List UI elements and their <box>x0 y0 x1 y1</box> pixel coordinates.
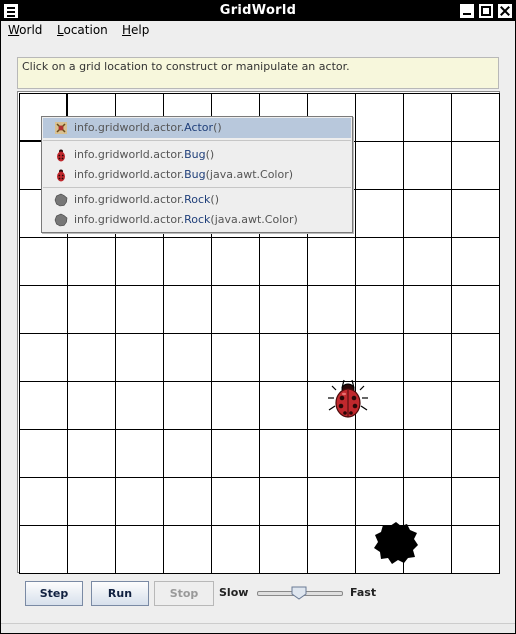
speed-slider-thumb[interactable] <box>291 586 307 600</box>
speed-slider[interactable] <box>257 586 343 600</box>
menu-world[interactable]: World <box>8 23 42 37</box>
popup-item-rock-label: info.gridworld.actor.Rock() <box>74 193 219 206</box>
stop-button[interactable]: Stop <box>154 581 214 606</box>
rock-icon <box>54 213 68 227</box>
popup-item-rock[interactable]: info.gridworld.actor.Rock() <box>43 190 351 210</box>
window-title: GridWorld <box>219 3 297 18</box>
popup-item-rock-color[interactable]: info.gridworld.actor.Rock(java.awt.Color… <box>43 210 351 230</box>
menu-bar: World Location Help <box>1 21 515 41</box>
popup-item-bug-color[interactable]: info.gridworld.actor.Bug(java.awt.Color) <box>43 165 351 185</box>
popup-item-rock-args: () <box>210 193 219 206</box>
popup-item-bug-color-label: info.gridworld.actor.Bug(java.awt.Color) <box>74 168 293 181</box>
bug-icon <box>57 149 65 162</box>
window-bottom-edge <box>1 623 515 633</box>
menu-world-mnemonic: W <box>8 23 20 37</box>
control-panel: Step Run Stop Slow Fast <box>17 579 499 607</box>
slow-label: Slow <box>219 586 249 599</box>
popup-item-actor-args: () <box>213 121 222 134</box>
message-text: Click on a grid location to construct or… <box>22 60 350 73</box>
menu-location[interactable]: Location <box>57 23 108 37</box>
step-button[interactable]: Step <box>25 581 83 606</box>
popup-separator <box>43 187 351 188</box>
popup-item-rock-class: Rock <box>184 193 211 206</box>
popup-item-actor-label: info.gridworld.actor.Actor() <box>74 121 222 134</box>
maximize-icon[interactable] <box>478 3 494 19</box>
rock-icon[interactable] <box>372 518 420 566</box>
menu-help-rest: elp <box>131 23 150 37</box>
menu-world-rest: orld <box>19 23 43 37</box>
popup-item-bug-class: Bug <box>184 148 206 161</box>
popup-item-bug-color-args: (java.awt.Color) <box>205 168 294 181</box>
bug-icon <box>57 169 65 182</box>
popup-item-actor-prefix: info.gridworld.actor. <box>74 121 185 134</box>
popup-item-bug-label: info.gridworld.actor.Bug() <box>74 148 214 161</box>
popup-item-bug[interactable]: info.gridworld.actor.Bug() <box>43 145 351 165</box>
popup-item-bug-prefix: info.gridworld.actor. <box>74 148 185 161</box>
popup-item-rock-color-class: Rock <box>184 213 211 226</box>
popup-item-actor[interactable]: info.gridworld.actor.Actor() <box>43 118 351 138</box>
gridworld-window: GridWorld World Location Help Click on a… <box>0 0 516 634</box>
popup-item-bug-color-class: Bug <box>184 168 206 181</box>
menu-location-rest: ocation <box>63 23 108 37</box>
run-button[interactable]: Run <box>91 581 149 606</box>
popup-item-bug-args: () <box>205 148 215 161</box>
popup-separator <box>43 140 351 141</box>
popup-item-bug-color-prefix: info.gridworld.actor. <box>74 168 185 181</box>
menu-help[interactable]: Help <box>122 23 149 37</box>
bug-icon[interactable] <box>324 374 372 422</box>
close-icon[interactable] <box>497 3 513 19</box>
rock-icon <box>54 193 68 207</box>
popup-item-rock-color-prefix: info.gridworld.actor. <box>74 213 185 226</box>
popup-item-rock-color-label: info.gridworld.actor.Rock(java.awt.Color… <box>74 213 298 226</box>
popup-item-rock-color-args: (java.awt.Color) <box>210 213 298 226</box>
popup-item-actor-class: Actor <box>184 121 214 134</box>
actor-icon <box>55 122 67 134</box>
message-area: Click on a grid location to construct or… <box>17 57 499 89</box>
minimize-icon[interactable] <box>459 3 475 19</box>
title-bar[interactable]: GridWorld <box>1 1 515 21</box>
popup-item-rock-prefix: info.gridworld.actor. <box>74 193 185 206</box>
menu-help-mnemonic: H <box>122 23 132 37</box>
constructor-popup-menu: info.gridworld.actor.Actor() info.gridwo… <box>41 116 353 233</box>
fast-label: Fast <box>350 586 377 599</box>
